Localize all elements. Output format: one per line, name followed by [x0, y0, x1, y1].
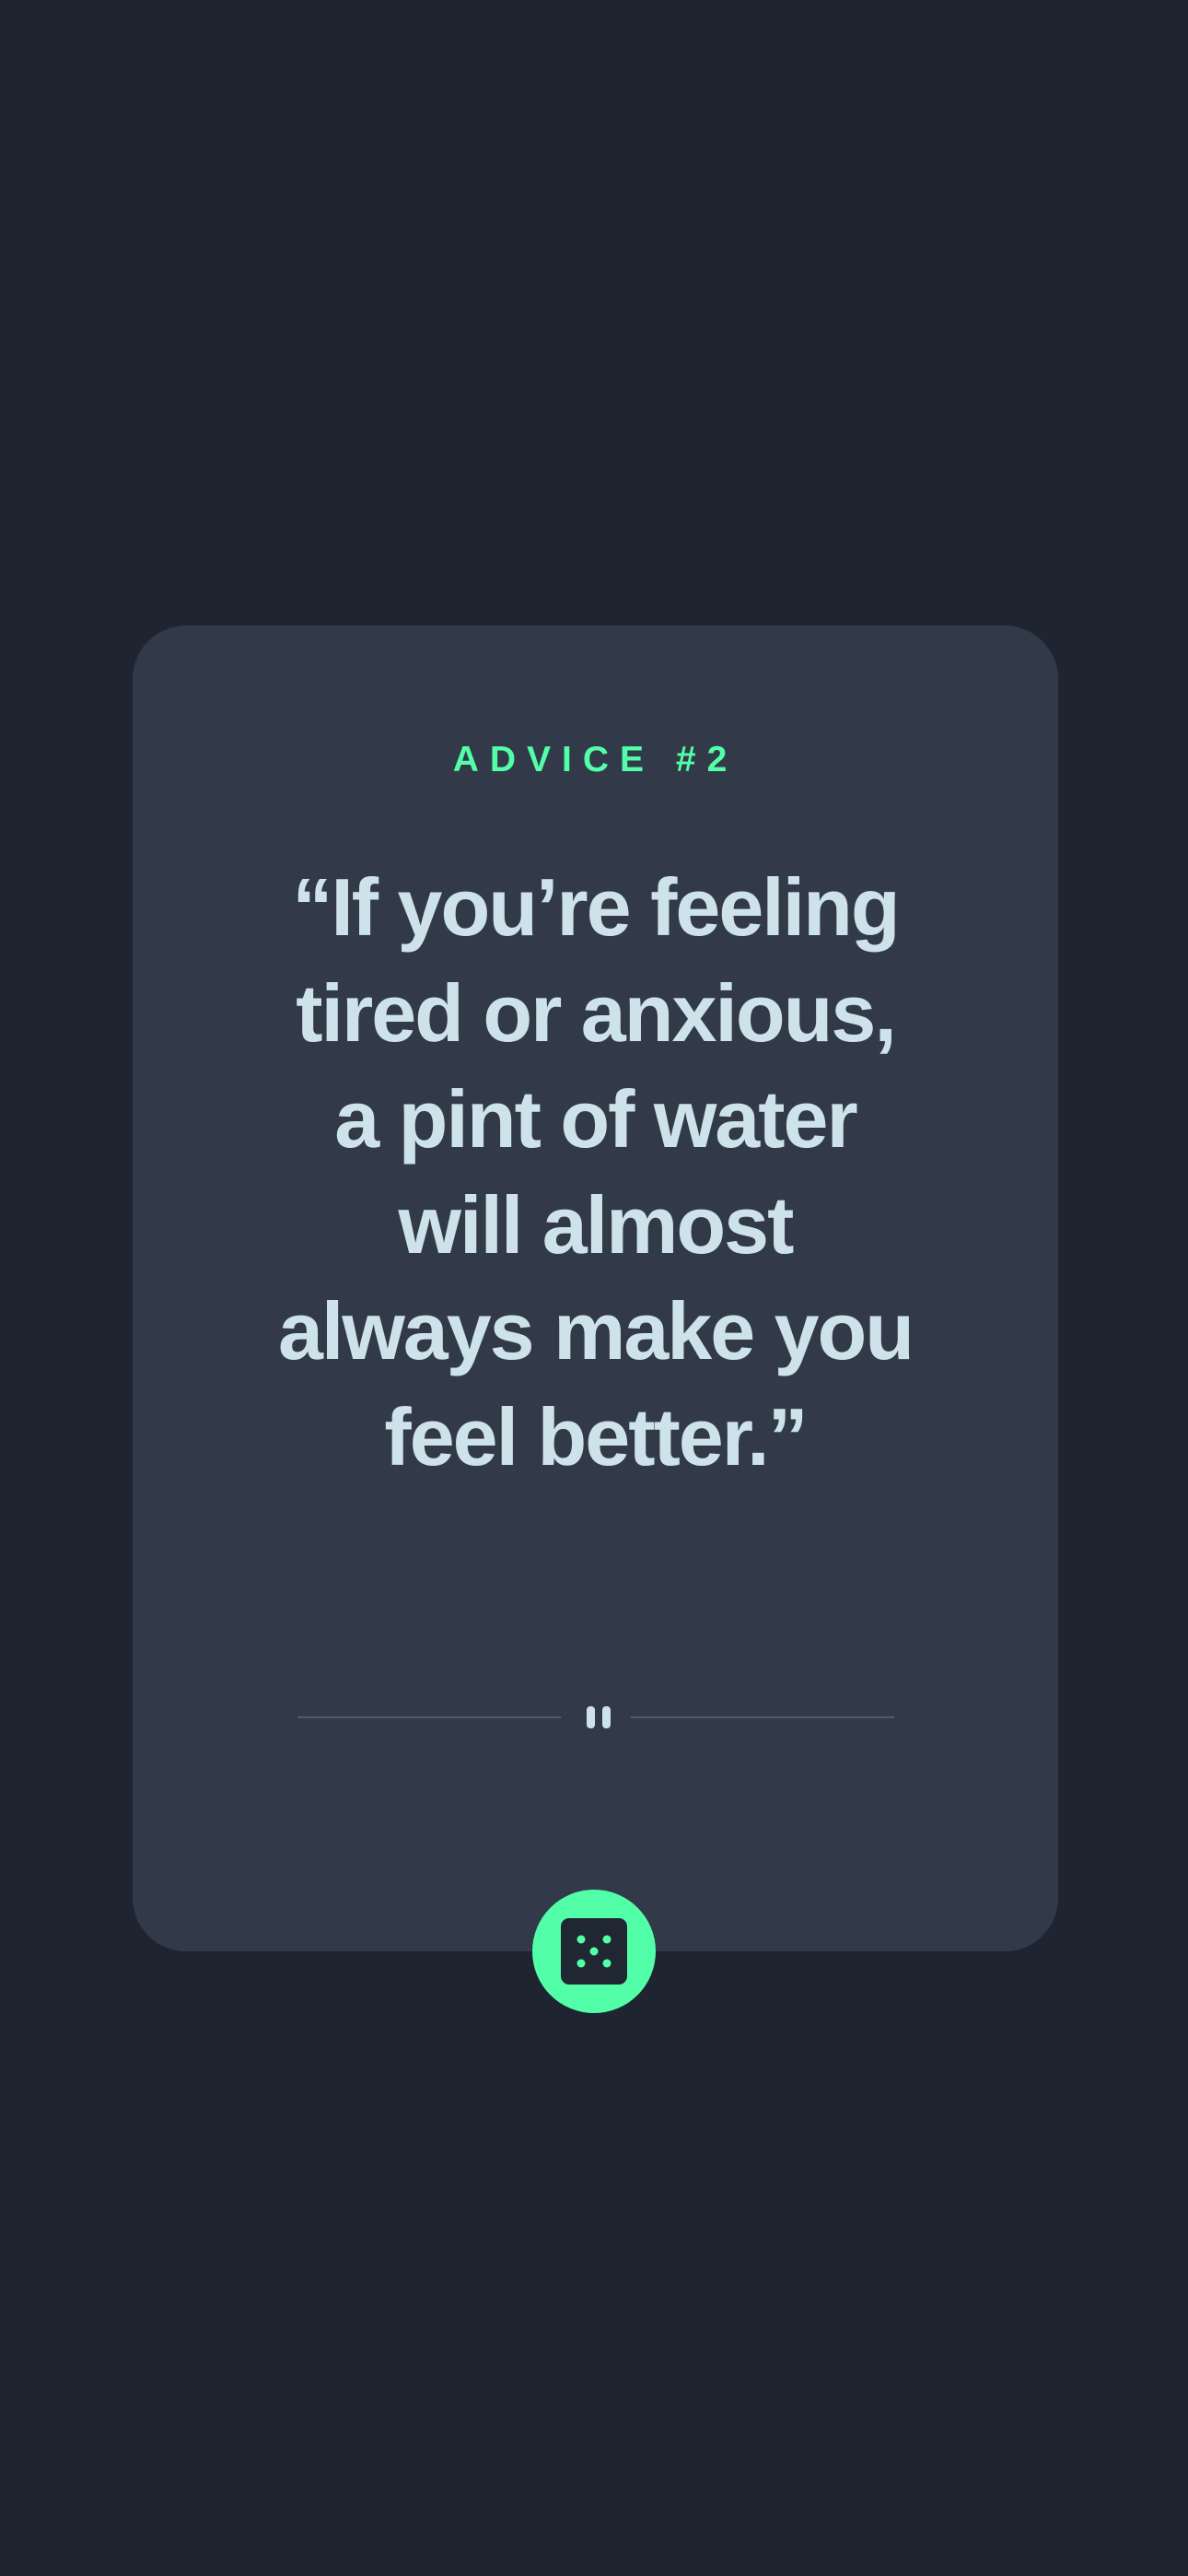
advice-quote: “If you’re feeling tired or anxious, a p…	[277, 861, 914, 1482]
advice-number-label: ADVICE #2	[452, 740, 739, 779]
divider-line-left	[297, 1716, 561, 1718]
advice-card: ADVICE #2 “If you’re feeling tired or an…	[133, 626, 1058, 1951]
new-advice-button[interactable]	[532, 1890, 656, 2013]
pause-icon	[584, 1706, 611, 1728]
divider-line-right	[631, 1716, 894, 1718]
dice-icon	[561, 1918, 627, 1985]
divider	[297, 1704, 894, 1731]
